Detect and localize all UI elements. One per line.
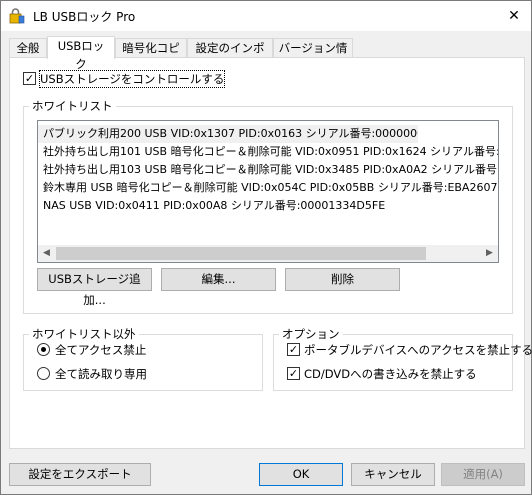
scroll-left-icon[interactable]: ◀: [38, 245, 55, 262]
tab-general[interactable]: 全般: [9, 38, 47, 58]
window-title: LB USBロック Pro: [33, 10, 136, 24]
list-item[interactable]: パブリック利用200 USB VID:0x1307 PID:0x0163 シリア…: [38, 125, 418, 143]
export-settings-button[interactable]: 設定をエクスポート: [9, 463, 151, 486]
block-portable-label[interactable]: ポータブルデバイスへのアクセスを禁止する: [304, 342, 532, 358]
tab-strip: 全般 USBロック 暗号化コピー 設定のインポート バージョン情報: [9, 36, 525, 73]
block-cd-dvd-checkbox[interactable]: ✓: [287, 367, 300, 380]
block-all-radio[interactable]: [37, 343, 50, 356]
apply-button[interactable]: 適用(A): [441, 463, 525, 486]
tab-version-info[interactable]: バージョン情報: [273, 38, 353, 73]
radio-selected-dot: [41, 347, 46, 352]
block-cd-dvd-label[interactable]: CD/DVDへの書き込みを禁止する: [304, 366, 477, 382]
block-all-label[interactable]: 全てアクセス禁止: [55, 342, 146, 358]
ok-button[interactable]: OK: [259, 463, 343, 486]
non-whitelist-title: ホワイトリスト以外: [29, 326, 139, 342]
options-title: オプション: [279, 326, 343, 342]
scroll-thumb[interactable]: [56, 247, 426, 260]
read-only-radio[interactable]: [37, 367, 50, 380]
whitelist-listbox[interactable]: パブリック利用200 USB VID:0x1307 PID:0x0163 シリア…: [37, 120, 499, 263]
horizontal-scrollbar[interactable]: ◀ ▶: [38, 245, 498, 262]
tab-usb-lock[interactable]: USBロック: [47, 36, 115, 71]
usb-control-checkbox[interactable]: ✓: [23, 72, 36, 85]
block-portable-checkbox[interactable]: ✓: [287, 343, 300, 356]
tab-encrypted-copy[interactable]: 暗号化コピー: [115, 38, 187, 73]
app-window: LB USBロック Pro ✕ 全般 USBロック 暗号化コピー 設定のインポー…: [0, 0, 532, 495]
close-button[interactable]: ✕: [501, 5, 527, 27]
tab-import-settings[interactable]: 設定のインポート: [187, 38, 273, 73]
cancel-button[interactable]: キャンセル: [351, 463, 435, 486]
list-item[interactable]: 社外持ち出し用103 USB 暗号化コピー＆削除可能 VID:0x3485 PI…: [38, 161, 498, 179]
list-item[interactable]: NAS USB VID:0x0411 PID:0x00A8 シリアル番号:000…: [38, 197, 498, 215]
usb-control-label[interactable]: USBストレージをコントロールする: [38, 70, 226, 88]
add-usb-storage-button[interactable]: USBストレージ追加...: [37, 268, 152, 307]
app-lock-icon: [9, 8, 25, 24]
usb-lock-panel: ✓ USBストレージをコントロールする ホワイトリスト パブリック利用200 U…: [9, 57, 532, 449]
scroll-right-icon[interactable]: ▶: [481, 245, 498, 262]
edit-button[interactable]: 編集...: [161, 268, 276, 291]
read-only-label[interactable]: 全て読み取り専用: [55, 366, 147, 382]
title-bar[interactable]: LB USBロック Pro ✕: [1, 1, 531, 31]
delete-button[interactable]: 削除: [285, 268, 400, 291]
whitelist-title: ホワイトリスト: [29, 98, 116, 114]
list-item[interactable]: 社外持ち出し用101 USB 暗号化コピー＆削除可能 VID:0x0951 PI…: [38, 143, 498, 161]
close-icon: ✕: [508, 8, 520, 24]
list-item[interactable]: 鈴木専用 USB 暗号化コピー＆削除可能 VID:0x054C PID:0x05…: [38, 179, 498, 197]
